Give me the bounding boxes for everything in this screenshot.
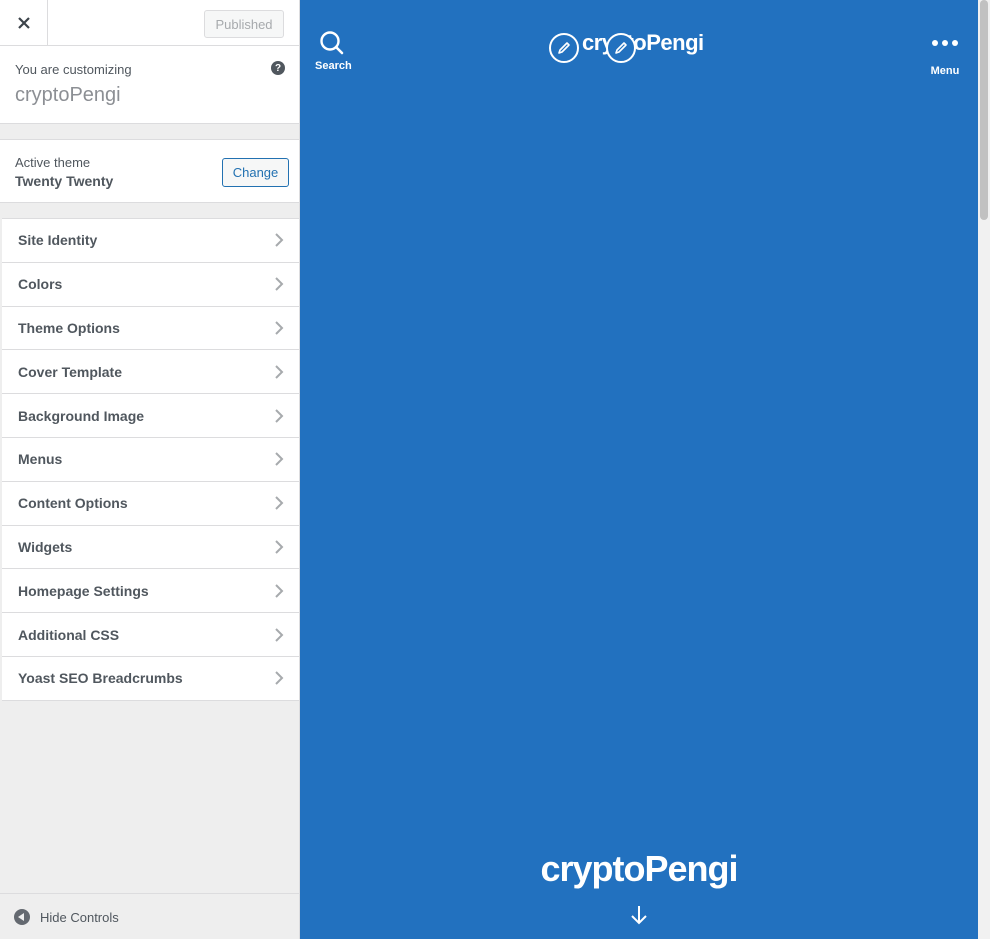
customizer-sidebar: Published You are customizing cryptoPeng… <box>0 0 300 939</box>
section-label: Cover Template <box>18 363 122 380</box>
section-label: Additional CSS <box>18 626 120 643</box>
customizer-footer: Hide Controls <box>0 893 299 939</box>
help-icon[interactable]: ? <box>271 61 285 75</box>
chevron-right-icon <box>275 321 284 335</box>
chevron-right-icon <box>275 671 284 686</box>
menu-label: Menu <box>930 65 960 77</box>
search-label: Search <box>315 60 352 72</box>
section-label: Yoast SEO Breadcrumbs <box>18 670 183 687</box>
customizing-label: You are customizing <box>15 62 132 77</box>
chevron-right-icon <box>275 627 284 642</box>
search-icon <box>320 31 344 55</box>
search-toggle[interactable]: Search <box>315 30 352 72</box>
section-colors[interactable]: Colors <box>2 263 299 307</box>
arrow-down-icon[interactable] <box>628 904 650 926</box>
section-cover-template[interactable]: Cover Template <box>2 350 299 395</box>
customizing-info: You are customizing cryptoPengi ? <box>0 46 299 124</box>
preview-scrollbar[interactable] <box>978 0 990 939</box>
section-menus[interactable]: Menus <box>2 438 299 482</box>
pencil-icon <box>615 42 627 54</box>
section-site-identity[interactable]: Site Identity <box>2 219 299 263</box>
scrollbar-thumb[interactable] <box>980 0 988 220</box>
menu-toggle[interactable]: Menu <box>928 30 962 77</box>
chevron-right-icon <box>275 233 284 248</box>
cover-title: cryptoPengi <box>540 848 738 889</box>
chevron-right-icon <box>275 496 284 510</box>
site-name: cryptoPengi <box>15 84 121 106</box>
chevron-right-icon <box>275 584 284 598</box>
hide-controls-button[interactable]: Hide Controls <box>14 894 119 939</box>
section-additional-css[interactable]: Additional CSS <box>2 613 299 657</box>
change-theme-button[interactable]: Change <box>222 158 289 187</box>
section-widgets[interactable]: Widgets <box>2 526 299 570</box>
section-label: Theme Options <box>18 319 120 336</box>
section-label: Menus <box>18 451 63 468</box>
chevron-right-icon <box>275 408 284 423</box>
section-yoast-seo-breadcrumbs[interactable]: Yoast SEO Breadcrumbs <box>2 657 299 701</box>
customizer-sections: Site Identity Colors Theme Options Cover… <box>2 218 299 701</box>
published-button[interactable]: Published <box>204 10 284 38</box>
chevron-right-icon <box>275 540 284 554</box>
chevron-right-icon <box>275 365 284 379</box>
section-label: Homepage Settings <box>18 582 149 599</box>
section-content-options[interactable]: Content Options <box>2 482 299 526</box>
section-label: Background Image <box>18 407 145 424</box>
section-background-image[interactable]: Background Image <box>2 394 299 438</box>
edit-shortcut-icon[interactable] <box>606 33 636 63</box>
active-theme-name: Twenty Twenty <box>15 173 114 189</box>
site-preview: Search cryptoPengi Menu cryptoPengi <box>300 0 978 939</box>
hide-controls-label: Hide Controls <box>40 909 119 925</box>
chevron-right-icon <box>275 452 284 467</box>
close-icon <box>17 17 30 29</box>
active-theme-panel: Active theme Twenty Twenty Change <box>0 139 299 203</box>
section-label: Widgets <box>18 538 73 555</box>
pencil-icon <box>558 42 570 54</box>
customizer-header: Published <box>0 0 299 46</box>
more-dots-icon <box>932 40 958 46</box>
site-title[interactable]: cryptoPengi <box>582 30 704 56</box>
section-label: Content Options <box>18 495 128 512</box>
section-theme-options[interactable]: Theme Options <box>2 307 299 351</box>
collapse-arrow-icon <box>14 909 30 925</box>
section-label: Site Identity <box>18 232 98 249</box>
active-theme-label: Active theme <box>15 155 91 170</box>
section-homepage-settings[interactable]: Homepage Settings <box>2 569 299 614</box>
chevron-right-icon <box>275 277 284 291</box>
edit-shortcut-icon[interactable] <box>549 33 579 63</box>
section-label: Colors <box>18 276 63 293</box>
close-button[interactable] <box>0 0 48 46</box>
